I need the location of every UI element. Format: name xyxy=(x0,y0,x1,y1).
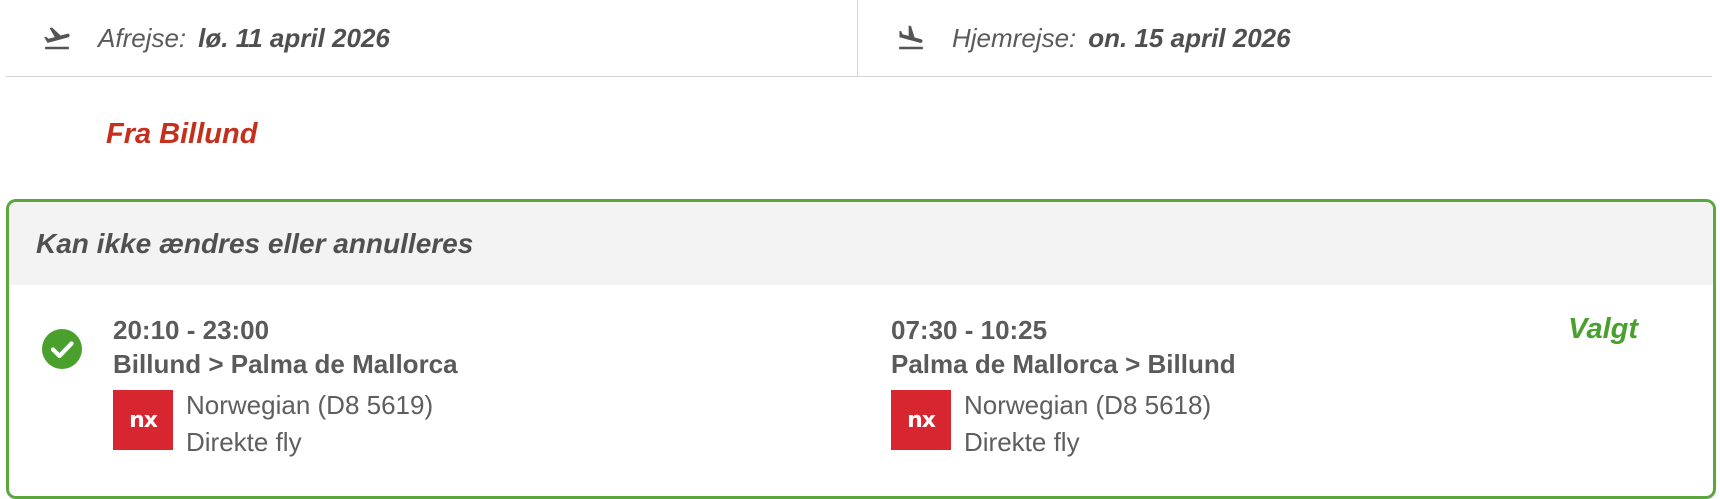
outbound-airline: Norwegian (D8 5619) xyxy=(186,390,434,420)
outbound-date-value: lø. 11 april 2026 xyxy=(198,22,390,53)
flight-option-body: 20:10 - 23:00 Billund > Palma de Mallorc… xyxy=(9,285,1713,496)
outbound-date: Afrejse: lø. 11 april 2026 xyxy=(6,0,858,76)
origin-heading: Fra Billund xyxy=(106,118,258,150)
return-stops: Direkte fly xyxy=(964,427,1080,457)
selected-badge: Valgt xyxy=(1568,313,1638,345)
norwegian-logo: nx xyxy=(891,390,951,450)
return-date-value: on. 15 april 2026 xyxy=(1088,22,1291,53)
outbound-date-label: Afrejse: xyxy=(98,22,187,53)
outbound-carrier: nx Norwegian (D8 5619) Direkte fly xyxy=(113,387,458,461)
norwegian-logo: nx xyxy=(113,390,173,450)
return-flight: 07:30 - 10:25 Palma de Mallorca > Billun… xyxy=(891,313,1236,461)
fare-conditions-text: Kan ikke ændres eller annulleres xyxy=(36,227,474,259)
outbound-flight: 20:10 - 23:00 Billund > Palma de Mallorc… xyxy=(113,313,458,461)
return-date-label: Hjemrejse: xyxy=(952,22,1077,53)
outbound-stops: Direkte fly xyxy=(186,427,302,457)
fare-conditions-header: Kan ikke ændres eller annulleres xyxy=(9,202,1713,285)
return-date: Hjemrejse: on. 15 april 2026 xyxy=(858,0,1712,76)
plane-departure-icon xyxy=(42,23,72,53)
return-carrier: nx Norwegian (D8 5618) Direkte fly xyxy=(891,387,1236,461)
travel-dates-bar: Afrejse: lø. 11 april 2026 Hjemrejse: on… xyxy=(6,0,1712,77)
return-airline: Norwegian (D8 5618) xyxy=(964,390,1212,420)
return-route: Palma de Mallorca > Billund xyxy=(891,349,1236,379)
return-times: 07:30 - 10:25 xyxy=(891,315,1048,345)
outbound-route: Billund > Palma de Mallorca xyxy=(113,349,458,379)
outbound-times: 20:10 - 23:00 xyxy=(113,315,270,345)
plane-arrival-icon xyxy=(896,23,926,53)
check-circle-icon xyxy=(42,329,82,369)
flight-option-card[interactable]: Kan ikke ændres eller annulleres 20:10 -… xyxy=(6,199,1716,499)
